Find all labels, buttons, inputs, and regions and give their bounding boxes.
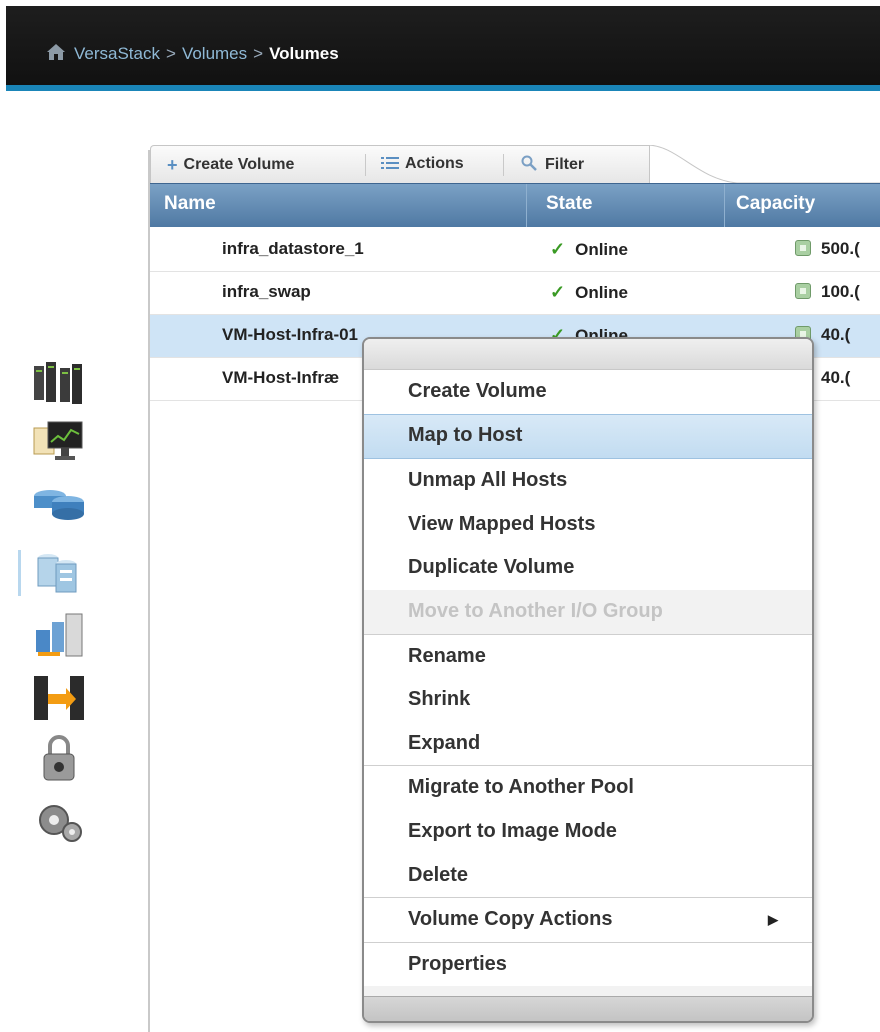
top-bar: VersaStack > Volumes > Volumes xyxy=(6,6,880,85)
column-header-state[interactable]: State xyxy=(546,193,592,215)
volume-name: VM-Host-Infra-01 xyxy=(222,325,359,344)
volume-copy-actions-label: Volume Copy Actions xyxy=(408,908,613,931)
state-label: Online xyxy=(575,283,628,302)
volumes-icon[interactable] xyxy=(30,478,88,530)
menu-item-volume-copy-actions[interactable]: Volume Copy Actions ▶ xyxy=(364,897,812,942)
menu-item-duplicate-volume[interactable]: Duplicate Volume xyxy=(364,546,812,590)
monitoring-icon[interactable] xyxy=(30,358,88,410)
menu-item-shrink[interactable]: Shrink xyxy=(364,678,812,722)
breadcrumb-volumes[interactable]: Volumes xyxy=(182,44,247,63)
menu-item-view-mapped-hosts[interactable]: View Mapped Hosts xyxy=(364,502,812,547)
top-bar-accent-line xyxy=(6,85,880,91)
actions-label: Actions xyxy=(405,155,464,172)
context-menu-header xyxy=(364,339,812,370)
filter-button[interactable]: Filter xyxy=(521,155,584,174)
toolbar-tab-tail xyxy=(647,145,880,183)
volumes-toolbar: + Create Volume Actions Filter xyxy=(150,145,880,184)
volume-name: VM-Host-Infræ xyxy=(222,368,340,387)
menu-item-delete[interactable]: Delete xyxy=(364,853,812,898)
lock-icon[interactable] xyxy=(30,734,88,786)
volume-name: infra_swap xyxy=(222,282,311,301)
create-volume-button[interactable]: + Create Volume xyxy=(167,155,294,176)
volume-name: infra_datastore_1 xyxy=(222,239,364,258)
plus-icon: + xyxy=(167,155,178,175)
volume-state: ✓ Online xyxy=(550,239,628,260)
menu-item-properties[interactable]: Properties xyxy=(364,941,812,987)
menu-item-move-to-io-group: Move to Another I/O Group xyxy=(364,589,812,634)
toolbar-tab: + Create Volume Actions Filter xyxy=(150,145,650,184)
hosts-icon[interactable] xyxy=(30,548,88,600)
volume-state: ✓ Online xyxy=(550,282,628,303)
create-volume-label: Create Volume xyxy=(183,156,295,173)
capacity-value: 40.( xyxy=(821,325,851,344)
breadcrumb-separator: > xyxy=(253,44,264,63)
state-label: Online xyxy=(575,240,628,259)
column-header-name[interactable]: Name xyxy=(164,193,216,215)
toolbar-separator xyxy=(365,154,366,176)
magnifier-icon xyxy=(521,155,537,171)
table-row[interactable]: infra_swap ✓ Online 100.( xyxy=(150,272,880,315)
column-divider[interactable] xyxy=(724,184,725,227)
menu-item-expand[interactable]: Expand xyxy=(364,721,812,766)
capacity-icon xyxy=(795,240,811,256)
capacity-value: 100.( xyxy=(821,282,860,301)
capacity-value: 40.( xyxy=(821,368,851,387)
breadcrumb-versastack[interactable]: VersaStack xyxy=(74,44,160,63)
menu-item-unmap-all-hosts[interactable]: Unmap All Hosts xyxy=(364,459,812,503)
online-check-icon: ✓ xyxy=(550,282,566,302)
actions-button[interactable]: Actions xyxy=(381,155,464,173)
context-menu-footer xyxy=(364,996,812,1021)
breadcrumb-current: Volumes xyxy=(269,44,339,63)
menu-item-export-image-mode[interactable]: Export to Image Mode xyxy=(364,809,812,854)
pools-icon[interactable] xyxy=(30,418,88,470)
volume-capacity: 500.( xyxy=(795,239,860,259)
column-divider[interactable] xyxy=(526,184,527,227)
nav-selection-indicator xyxy=(18,550,21,596)
breadcrumb: VersaStack > Volumes > Volumes xyxy=(46,42,339,64)
filter-label: Filter xyxy=(545,156,585,173)
breadcrumb-separator: > xyxy=(166,44,176,63)
menu-item-rename[interactable]: Rename xyxy=(364,633,812,679)
online-check-icon: ✓ xyxy=(550,239,566,259)
menu-item-create-volume[interactable]: Create Volume xyxy=(364,370,812,414)
access-icon[interactable] xyxy=(30,672,88,724)
volume-capacity: 100.( xyxy=(795,282,860,302)
home-icon[interactable] xyxy=(46,42,66,62)
column-header-capacity[interactable]: Capacity xyxy=(736,193,815,215)
context-menu: Create Volume Map to Host Unmap All Host… xyxy=(362,337,814,1023)
capacity-value: 500.( xyxy=(821,239,860,258)
table-row[interactable]: infra_datastore_1 ✓ Online 500.( xyxy=(150,229,880,272)
settings-icon[interactable] xyxy=(30,796,88,848)
list-icon xyxy=(381,157,399,169)
submenu-arrow-icon: ▶ xyxy=(768,912,778,928)
toolbar-separator xyxy=(503,154,504,176)
capacity-icon xyxy=(795,283,811,299)
grid-header: Name State Capacity xyxy=(150,183,880,227)
menu-item-migrate-pool[interactable]: Migrate to Another Pool xyxy=(364,765,812,810)
menu-item-map-to-host[interactable]: Map to Host xyxy=(364,413,812,460)
copy-services-icon[interactable] xyxy=(30,610,88,662)
